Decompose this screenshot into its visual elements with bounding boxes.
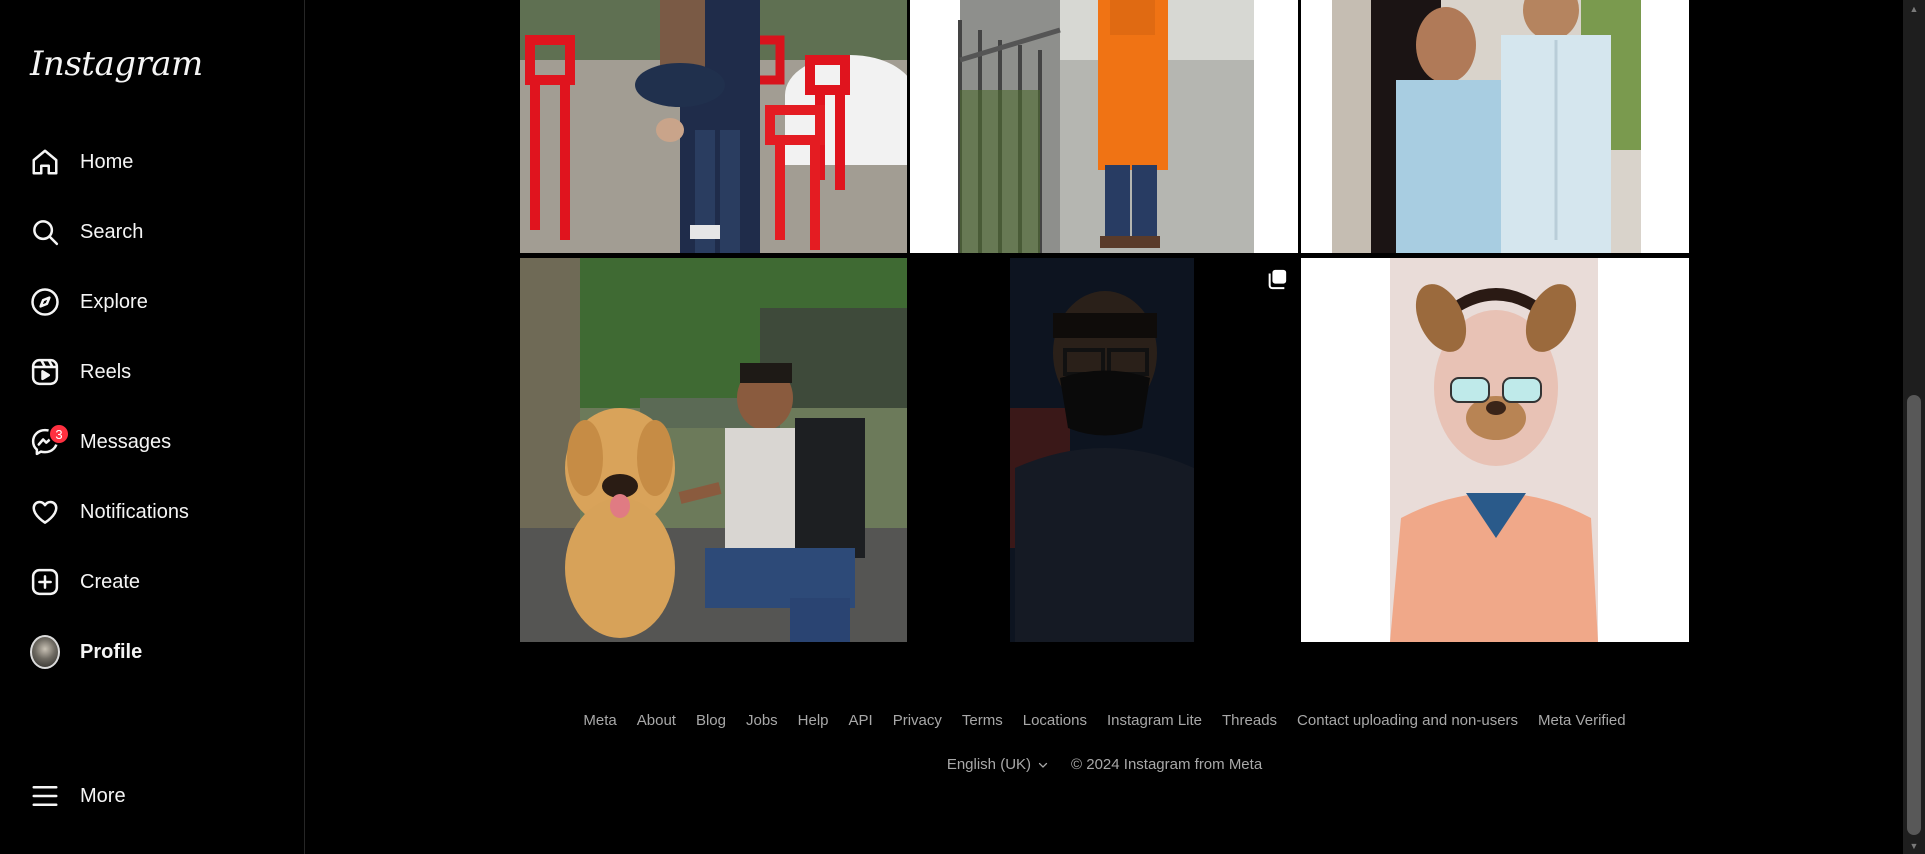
nav-home[interactable]: Home <box>12 134 293 190</box>
copyright: © 2024 Instagram from Meta <box>1071 756 1263 773</box>
nav-profile[interactable]: Profile <box>12 624 293 680</box>
hamburger-icon <box>30 781 60 811</box>
logo-wordmark: Instagram <box>30 44 203 84</box>
footer-link[interactable]: Jobs <box>746 712 778 729</box>
nav-messages[interactable]: 3 Messages <box>12 414 293 470</box>
footer-link[interactable]: Help <box>798 712 829 729</box>
post-photo <box>910 258 1298 642</box>
footer-links: Meta About Blog Jobs Help API Privacy Te… <box>306 712 1903 729</box>
footer-bottom: English (UK) © 2024 Instagram from Meta <box>306 756 1903 773</box>
nav-profile-label: Profile <box>80 640 143 663</box>
nav-explore-label: Explore <box>80 290 148 313</box>
footer-link[interactable]: Instagram Lite <box>1107 712 1202 729</box>
nav-create[interactable]: Create <box>12 554 293 610</box>
home-icon <box>30 147 60 177</box>
nav-more-label: More <box>80 784 126 807</box>
scrollbar[interactable]: ▲ ▼ <box>1903 0 1925 854</box>
scrollbar-thumb[interactable] <box>1907 395 1921 835</box>
messenger-icon: 3 <box>30 423 70 457</box>
language-label: English (UK) <box>946 756 1032 773</box>
reels-icon <box>30 357 60 387</box>
post-tile[interactable] <box>910 258 1298 642</box>
nav-messages-label: Messages <box>80 430 172 453</box>
footer-link[interactable]: Contact uploading and non-users <box>1297 712 1518 729</box>
footer-link[interactable]: API <box>849 712 873 729</box>
footer-link[interactable]: About <box>637 712 676 729</box>
nav-explore[interactable]: Explore <box>12 274 293 330</box>
profile-avatar <box>30 635 60 669</box>
footer-link[interactable]: Threads <box>1222 712 1277 729</box>
nav-create-label: Create <box>80 570 141 593</box>
nav-home-label: Home <box>80 150 134 173</box>
post-tile[interactable] <box>520 0 907 253</box>
post-photo <box>520 258 907 642</box>
nav-reels[interactable]: Reels <box>12 344 293 400</box>
nav-notifications-label: Notifications <box>80 500 189 523</box>
explore-icon <box>30 287 60 317</box>
sidebar: Instagram Home Search Explore Reels 3 Me… <box>0 0 305 854</box>
nav-search-label: Search <box>80 220 144 243</box>
nav-search[interactable]: Search <box>12 204 293 260</box>
instagram-logo[interactable]: Instagram <box>30 44 203 92</box>
post-photo <box>1301 0 1689 253</box>
post-tile[interactable] <box>910 0 1298 253</box>
post-tile[interactable] <box>1301 258 1689 642</box>
nav-more[interactable]: More <box>12 768 293 824</box>
search-icon <box>30 217 60 247</box>
nav-notifications[interactable]: Notifications <box>12 484 293 540</box>
post-photo <box>1301 258 1689 642</box>
chevron-down-icon <box>1038 762 1048 768</box>
post-tile[interactable] <box>1301 0 1689 253</box>
footer-link[interactable]: Terms <box>962 712 1003 729</box>
scroll-down-arrow[interactable]: ▼ <box>1903 837 1925 854</box>
footer-link[interactable]: Locations <box>1023 712 1087 729</box>
language-selector[interactable]: English (UK) <box>947 756 1049 773</box>
footer-link[interactable]: Privacy <box>893 712 942 729</box>
footer-link[interactable]: Meta Verified <box>1538 712 1626 729</box>
avatar <box>30 635 60 669</box>
messages-badge: 3 <box>48 423 70 445</box>
multiple-photos-icon <box>1268 269 1287 290</box>
post-photo <box>910 0 1298 253</box>
heart-icon <box>30 497 60 527</box>
post-tile[interactable] <box>520 258 907 642</box>
nav-reels-label: Reels <box>80 360 132 383</box>
scroll-up-arrow[interactable]: ▲ <box>1903 0 1925 17</box>
create-icon <box>30 567 60 597</box>
post-photo <box>520 0 907 253</box>
footer-link[interactable]: Blog <box>696 712 726 729</box>
footer-link[interactable]: Meta <box>583 712 616 729</box>
